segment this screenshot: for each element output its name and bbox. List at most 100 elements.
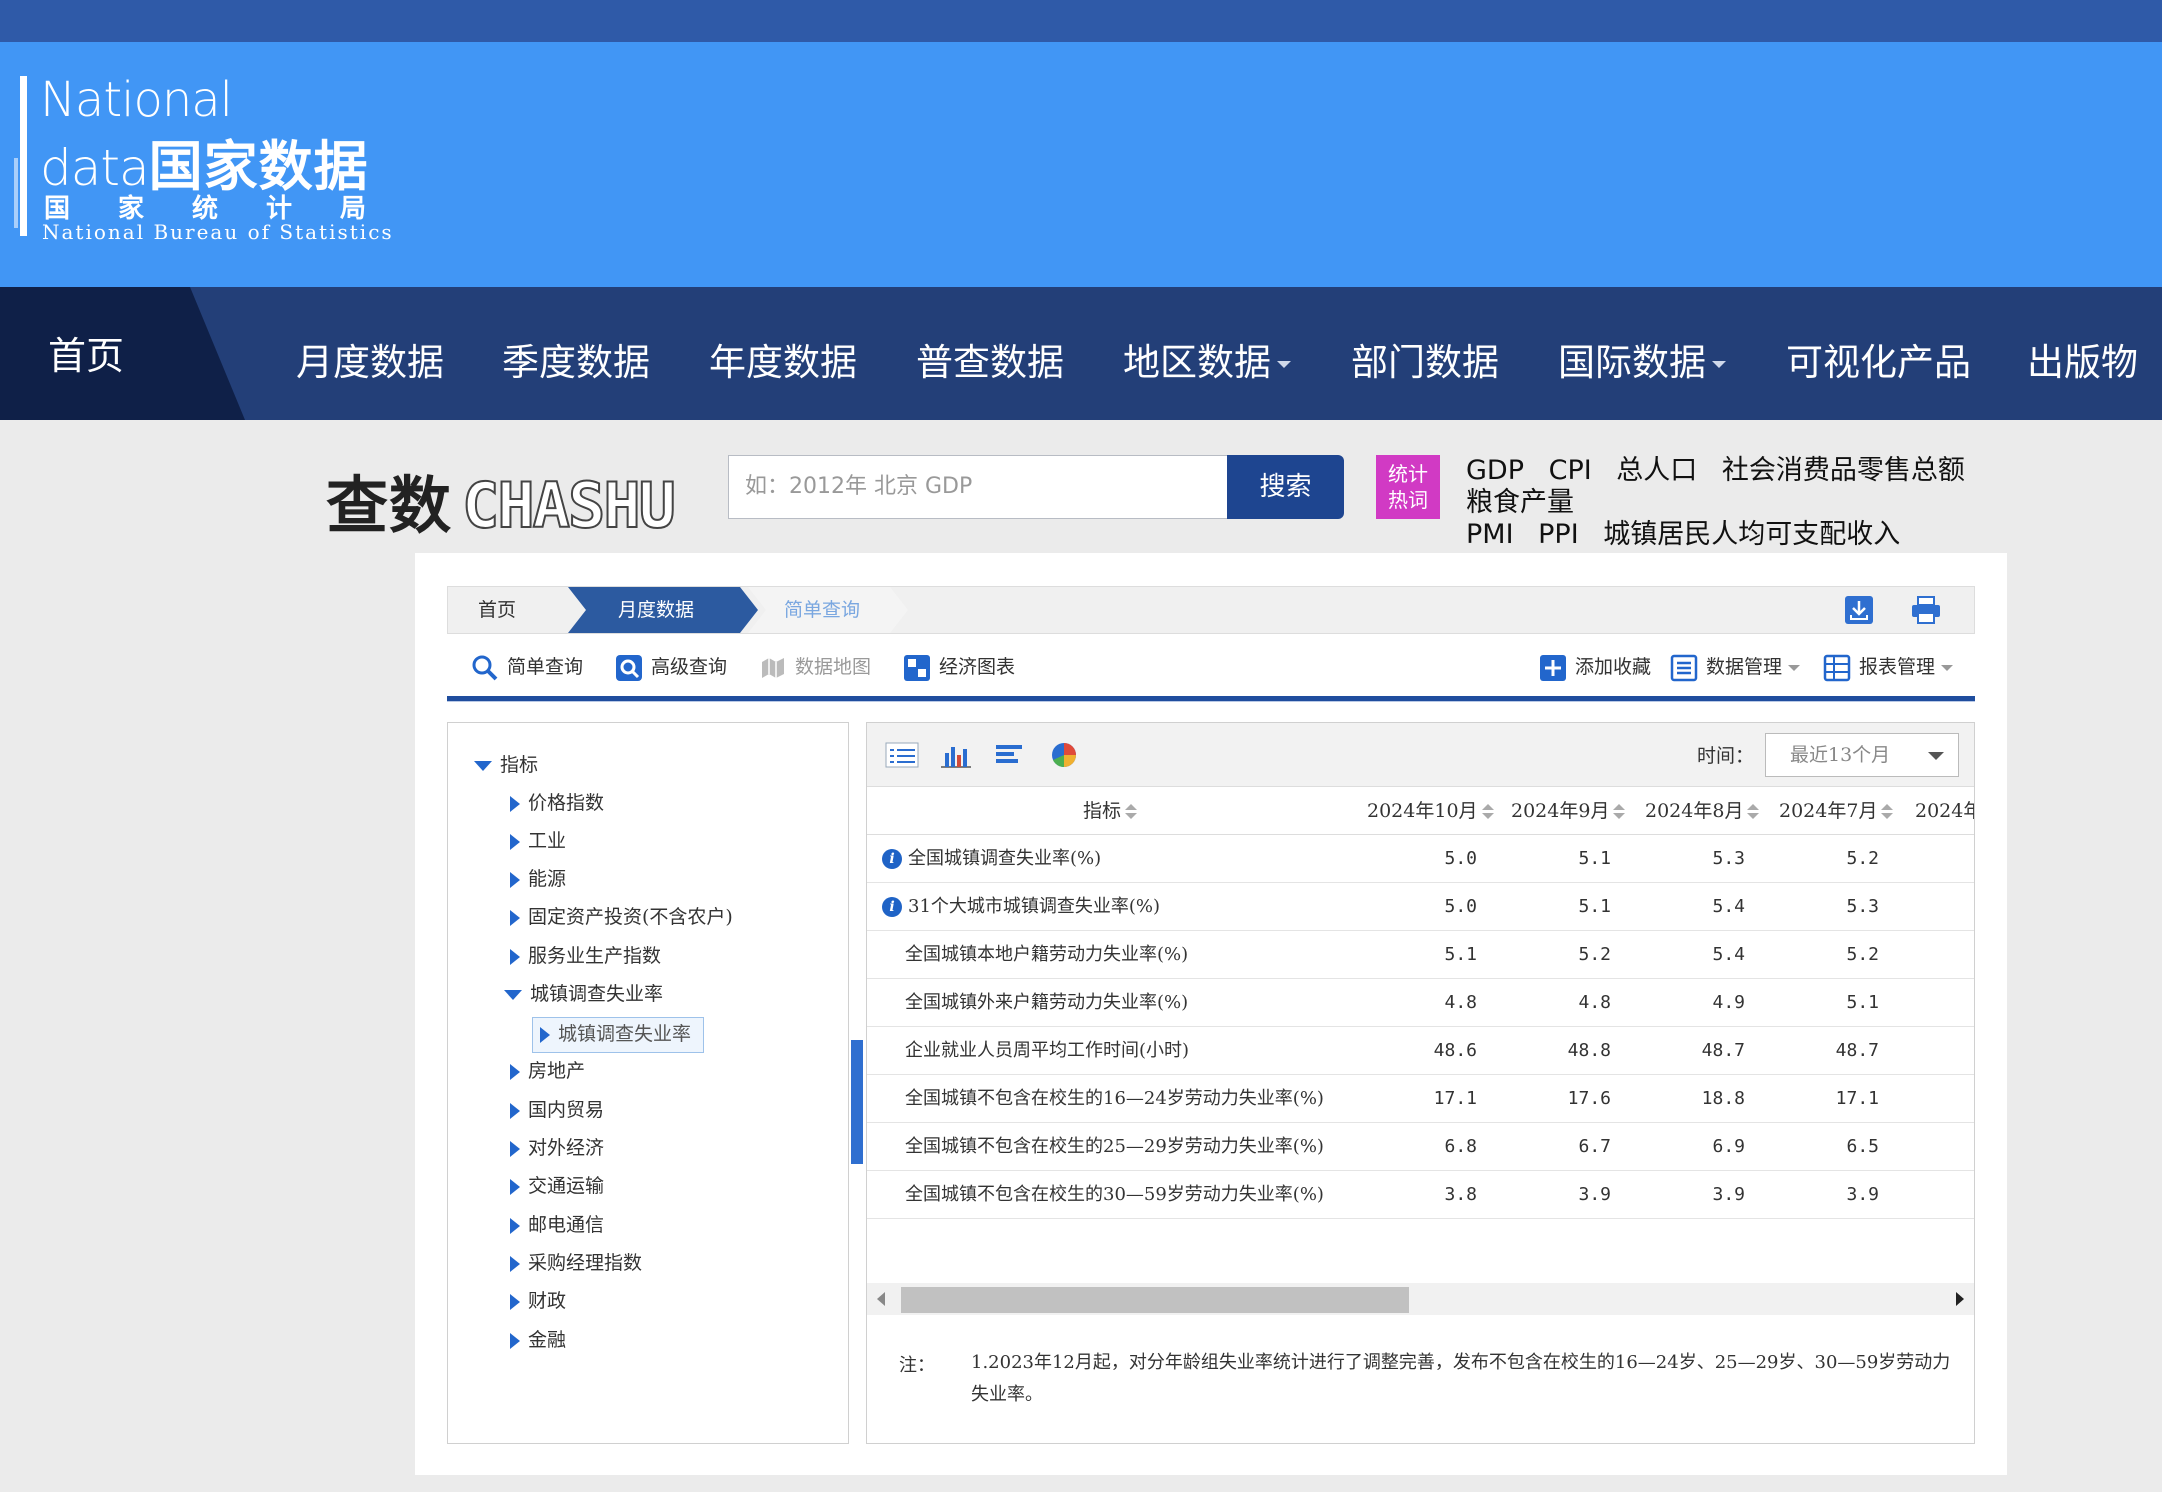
hot-words-badge: 统计 热词 xyxy=(1376,455,1440,519)
caret-right-icon xyxy=(510,1179,520,1195)
advanced-query-tab[interactable]: 高级查询 xyxy=(615,650,727,684)
table-row[interactable]: i 31个大城市城镇调查失业率(%) 5.0 5.1 5.4 5.3 xyxy=(867,883,1974,931)
col-header-date[interactable]: 2024年7月 xyxy=(1779,787,1894,835)
tree-node[interactable]: 工业 xyxy=(510,827,566,855)
search-input[interactable]: 如：2012年 北京 GDP xyxy=(728,455,1228,519)
breadcrumb: 首页 月度数据 简单查询 xyxy=(447,586,1975,634)
add-favorite-button[interactable]: 添加收藏 xyxy=(1539,650,1651,684)
hot-words-row1: GDP CPI 总人口 社会消费品零售总额 粮食产量 xyxy=(1466,455,2086,519)
bar-chart-icon[interactable] xyxy=(939,741,973,769)
hot-word-link[interactable]: 总人口 xyxy=(1616,455,1697,486)
col-header-date[interactable]: 2024年10月 xyxy=(1367,787,1494,835)
data-table-panel: 时间： 最近13个月 指标 2024年10月 2024年9月 2024年8月 2… xyxy=(866,722,1975,1444)
nav-item-visualization[interactable]: 可视化产品 xyxy=(1786,332,1971,386)
breadcrumb-simple-query[interactable]: 简单查询 xyxy=(748,587,908,633)
scroll-left-icon[interactable] xyxy=(877,1292,885,1306)
tree-node-label: 采购经理指数 xyxy=(528,1252,643,1274)
value-cell: 5.2 xyxy=(1846,848,1879,869)
nav-item-monthly[interactable]: 月度数据 xyxy=(296,332,444,386)
scroll-thumb[interactable] xyxy=(901,1287,1409,1313)
sort-icon xyxy=(1481,804,1494,820)
tree-node-expanded[interactable]: 城镇调查失业率 xyxy=(504,980,663,1008)
caret-right-icon xyxy=(510,1333,520,1349)
hot-word-link[interactable]: PPI xyxy=(1538,519,1579,550)
info-icon[interactable]: i xyxy=(882,849,902,869)
nav-item-department[interactable]: 部门数据 xyxy=(1351,332,1499,386)
site-logo[interactable]: National data国家数据 国家统计局 National Bureau … xyxy=(14,58,394,248)
nav-item-regional[interactable]: 地区数据 xyxy=(1123,332,1291,386)
nav-item-quarterly[interactable]: 季度数据 xyxy=(502,332,650,386)
nav-item-label: 地区数据 xyxy=(1123,341,1271,384)
econ-chart-label: 经济图表 xyxy=(939,656,1016,678)
tree-node[interactable]: 价格指数 xyxy=(510,789,604,817)
query-toolbar: 简单查询 高级查询 数据地图 经济图表 添加收藏 数据管理 报表管理 xyxy=(447,636,1975,698)
nav-item-annual[interactable]: 年度数据 xyxy=(709,332,857,386)
tree-node[interactable]: 能源 xyxy=(510,865,566,893)
hot-word-link[interactable]: 粮食产量 xyxy=(1466,487,1574,518)
tree-root[interactable]: 指标 xyxy=(474,751,538,779)
breadcrumb-home[interactable]: 首页 xyxy=(478,587,516,633)
tree-node[interactable]: 交通运输 xyxy=(510,1172,604,1200)
col-header-indicator[interactable]: 指标 xyxy=(1083,787,1138,835)
table-row[interactable]: 全国城镇外来户籍劳动力失业率(%) 4.8 4.8 4.9 5.1 xyxy=(867,979,1974,1027)
hot-word-link[interactable]: 城镇居民人均可支配收入 xyxy=(1603,519,1900,550)
tree-node[interactable]: 固定资产投资(不含农户) xyxy=(510,903,733,931)
hot-badge-line1: 统计 xyxy=(1388,462,1428,486)
nav-item-international[interactable]: 国际数据 xyxy=(1558,332,1726,386)
tree-node[interactable]: 服务业生产指数 xyxy=(510,942,661,970)
table-row[interactable]: 全国城镇本地户籍劳动力失业率(%) 5.1 5.2 5.4 5.2 xyxy=(867,931,1974,979)
col-header-date[interactable]: 2024年6 xyxy=(1915,787,1974,835)
info-icon[interactable]: i xyxy=(882,897,902,917)
nav-item-label: 月度数据 xyxy=(296,341,444,384)
scroll-right-icon[interactable] xyxy=(1956,1292,1964,1306)
col-header-date[interactable]: 2024年9月 xyxy=(1511,787,1626,835)
main-nav: 首页 月度数据 季度数据 年度数据 普查数据 地区数据 部门数据 国际数据 可视… xyxy=(0,287,2162,420)
col-header-date[interactable]: 2024年8月 xyxy=(1645,787,1760,835)
simple-query-tab[interactable]: 简单查询 xyxy=(471,650,583,684)
value-cell: 6.8 xyxy=(1444,1136,1477,1157)
table-row[interactable]: 全国城镇不包含在校生的16—24岁劳动力失业率(%) 17.1 17.6 18.8 17… xyxy=(867,1075,1974,1123)
table-row[interactable]: 全国城镇不包含在校生的25—29岁劳动力失业率(%) 6.8 6.7 6.9 6.5 xyxy=(867,1123,1974,1171)
value-cell: 4.9 xyxy=(1712,992,1745,1013)
nav-item-publications[interactable]: 出版物 xyxy=(2027,332,2138,386)
report-manage-menu[interactable]: 报表管理 xyxy=(1823,650,1954,684)
table-row[interactable]: 企业就业人员周平均工作时间(小时) 48.6 48.8 48.7 48.7 xyxy=(867,1027,1974,1075)
tree-node[interactable]: 国内贸易 xyxy=(510,1096,604,1124)
time-range-select[interactable]: 最近13个月 xyxy=(1765,733,1959,777)
value-cell: 17.6 xyxy=(1567,1088,1611,1109)
econ-chart-tab[interactable]: 经济图表 xyxy=(903,650,1015,684)
hot-word-link[interactable]: PMI xyxy=(1466,519,1514,550)
tree-node[interactable]: 对外经济 xyxy=(510,1134,604,1162)
tree-node-label: 对外经济 xyxy=(528,1137,605,1159)
data-manage-menu[interactable]: 数据管理 xyxy=(1670,650,1801,684)
hbar-chart-icon[interactable] xyxy=(993,741,1027,769)
tree-node[interactable]: 房地产 xyxy=(510,1057,585,1085)
horizontal-scrollbar[interactable] xyxy=(867,1283,1974,1315)
hot-word-link[interactable]: GDP xyxy=(1466,455,1524,486)
print-icon[interactable] xyxy=(1910,595,1942,625)
nav-item-label: 出版物 xyxy=(2027,341,2138,384)
tree-node[interactable]: 金融 xyxy=(510,1326,566,1354)
table-row[interactable]: 全国城镇不包含在校生的30—59岁劳动力失业率(%) 3.8 3.9 3.9 3.9 xyxy=(867,1171,1974,1219)
download-icon[interactable] xyxy=(1844,595,1874,625)
nav-item-label: 季度数据 xyxy=(502,341,650,384)
tree-node[interactable]: 财政 xyxy=(510,1287,566,1315)
indicator-name: 全国城镇不包含在校生的30—59岁劳动力失业率(%) xyxy=(905,1184,1324,1205)
hot-word-link[interactable]: 社会消费品零售总额 xyxy=(1722,455,1965,486)
nav-item-census[interactable]: 普查数据 xyxy=(916,332,1064,386)
data-map-tab[interactable]: 数据地图 xyxy=(759,650,871,684)
tree-node[interactable]: 邮电通信 xyxy=(510,1211,604,1239)
tree-splitter-handle[interactable] xyxy=(851,1040,863,1164)
tree-child-node[interactable]: 城镇调查失业率 xyxy=(540,1020,691,1048)
search-button[interactable]: 搜索 xyxy=(1227,455,1344,519)
indicator-name-cell: 全国城镇不包含在校生的16—24岁劳动力失业率(%) xyxy=(905,1075,1324,1123)
hot-word-link[interactable]: CPI xyxy=(1549,455,1592,486)
nav-home[interactable]: 首页 xyxy=(0,287,245,420)
sort-icon xyxy=(1125,804,1138,820)
breadcrumb-monthly[interactable]: 月度数据 xyxy=(568,587,758,633)
table-view-icon[interactable] xyxy=(885,741,919,769)
tree-node[interactable]: 采购经理指数 xyxy=(510,1249,642,1277)
pie-chart-icon[interactable] xyxy=(1047,741,1081,769)
nav-item-label: 国际数据 xyxy=(1558,341,1706,384)
table-row[interactable]: i 全国城镇调查失业率(%) 5.0 5.1 5.3 5.2 xyxy=(867,835,1974,883)
